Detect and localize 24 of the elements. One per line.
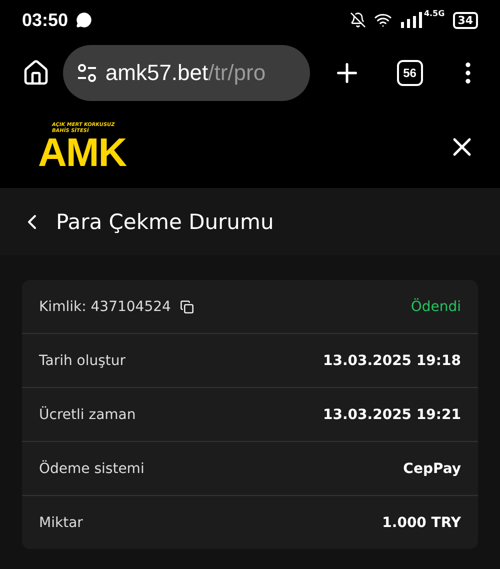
wifi-icon xyxy=(374,11,392,29)
detail-value: 13.03.2025 19:21 xyxy=(322,406,461,422)
detail-label: Miktar xyxy=(39,514,83,530)
signal-icon xyxy=(400,12,422,28)
home-icon[interactable] xyxy=(22,58,50,86)
detail-label: Ödeme sistemi xyxy=(39,460,144,476)
site-settings-icon[interactable] xyxy=(77,64,98,82)
network-type: 4.5G xyxy=(424,9,445,18)
detail-label: Kimlik: 437104524 xyxy=(39,298,171,314)
status-text: Ödendi xyxy=(410,298,461,314)
detail-label: Tarih oluştur xyxy=(39,352,126,368)
detail-label: Ücretli zaman xyxy=(39,406,136,422)
status-time: 03:50 xyxy=(22,10,68,30)
chat-bubble-icon xyxy=(76,12,92,28)
site-logo[interactable]: AMK xyxy=(38,134,156,172)
copy-icon[interactable] xyxy=(180,300,194,314)
detail-value: 1.000 TRY xyxy=(382,514,461,530)
page-title: Para Çekme Durumu xyxy=(56,210,274,234)
bell-off-icon xyxy=(350,12,366,28)
battery-level: 34 xyxy=(452,12,478,28)
tab-count-button[interactable]: 56 xyxy=(396,60,423,86)
address-bar[interactable]: amk57.bet/tr/pro xyxy=(63,44,310,100)
detail-value: 13.03.2025 19:18 xyxy=(322,352,461,368)
detail-value: CepPay xyxy=(403,460,461,476)
